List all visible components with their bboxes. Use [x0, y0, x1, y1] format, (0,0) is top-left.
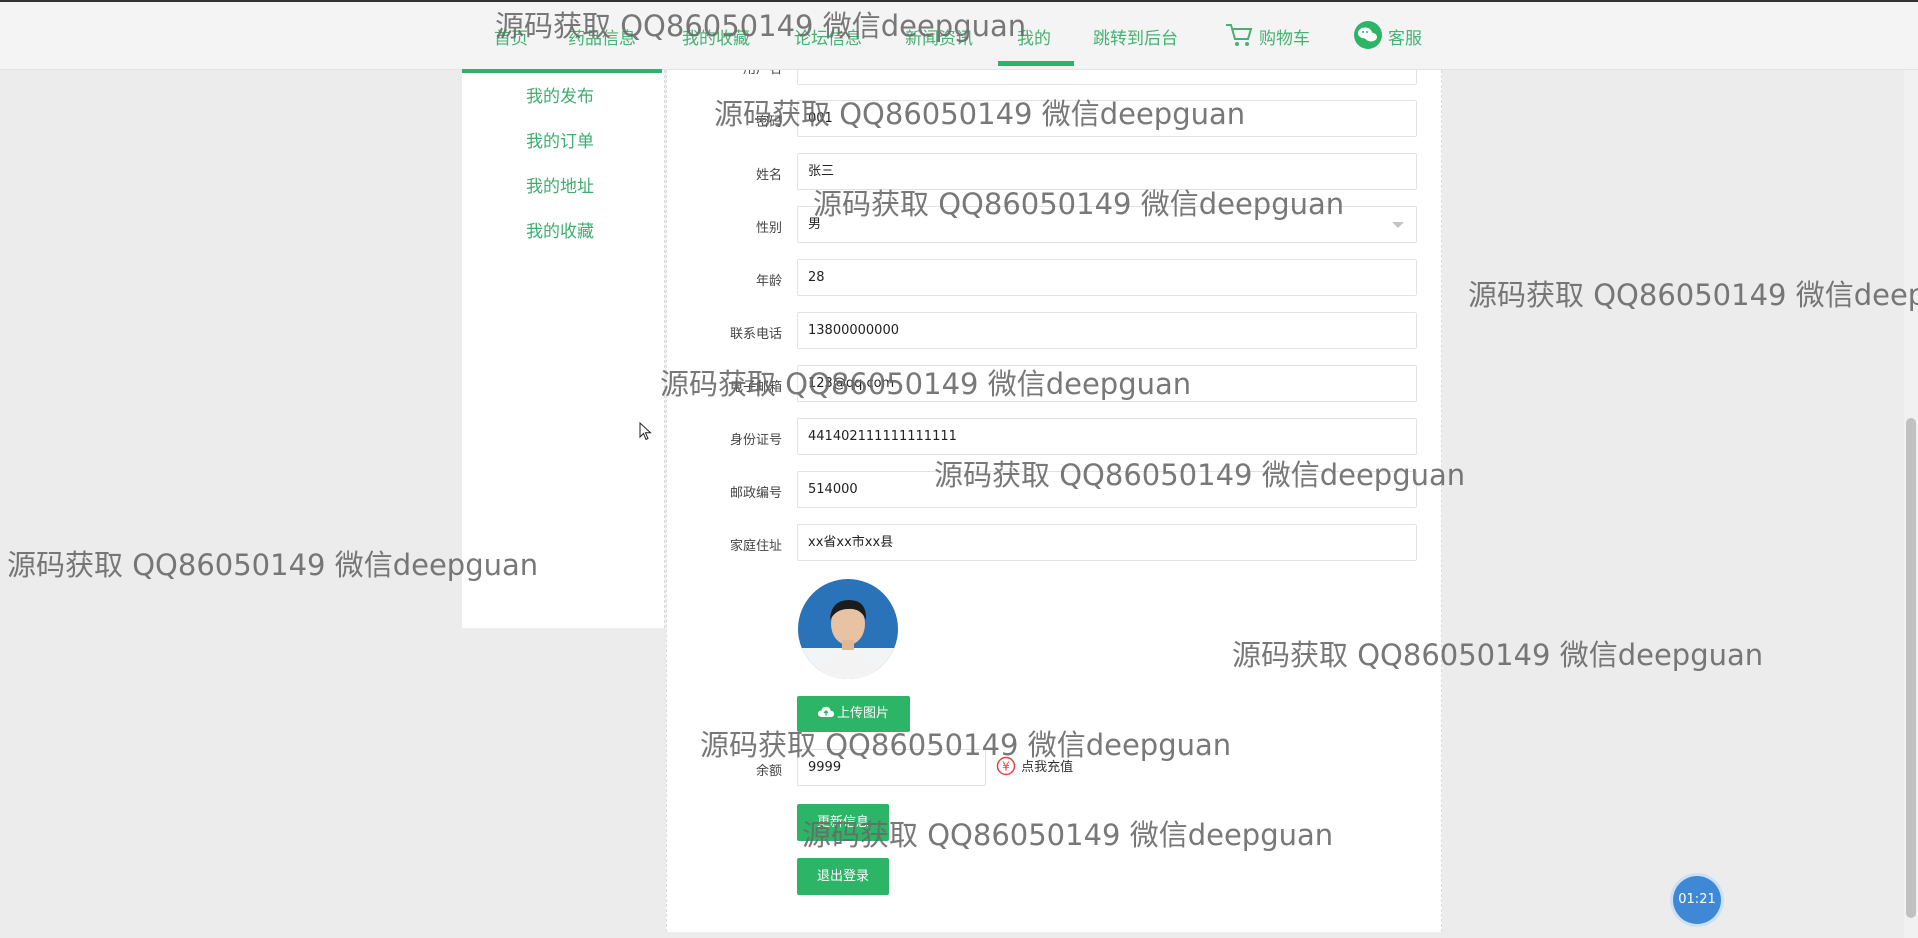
address-input[interactable]: xx省xx市xx县 [797, 524, 1417, 561]
gender-label: 性别 [755, 221, 782, 236]
cloud-upload-icon [817, 706, 834, 717]
nav-active-indicator [998, 61, 1074, 66]
upload-label: 上传图片 [836, 706, 889, 721]
update-info-button[interactable]: 更新信息 [797, 804, 889, 841]
age-input[interactable]: 28 [797, 259, 1417, 296]
nav-forum[interactable]: 论坛信息 [794, 24, 862, 49]
balance-input: 9999 [797, 749, 986, 786]
nav-admin[interactable]: 跳转到后台 [1093, 24, 1178, 49]
nav-mine[interactable]: 我的 [1017, 24, 1051, 49]
cart-label[interactable]: 购物车 [1259, 24, 1310, 49]
scrollbar-thumb[interactable] [1906, 418, 1916, 918]
page-scrollbar[interactable] [1904, 70, 1918, 938]
yuan-icon: ¥ [996, 756, 1016, 776]
idcard-input[interactable]: 441402111111111111 [797, 418, 1417, 455]
postcode-input[interactable]: 514000 [797, 471, 1417, 508]
idcard-label: 身份证号 [729, 433, 782, 448]
svg-text:¥: ¥ [1002, 760, 1010, 774]
wechat-icon [1354, 21, 1382, 49]
recharge-label: 点我充值 [1021, 760, 1074, 775]
nav-left-accent [462, 69, 662, 73]
mouse-cursor-icon [639, 422, 652, 441]
nav-drug-info[interactable]: 药品信息 [568, 24, 636, 49]
sidebar-item-my-posts[interactable]: 我的发布 [526, 82, 594, 107]
logout-button[interactable]: 退出登录 [797, 858, 889, 895]
chevron-down-icon [1392, 222, 1404, 228]
password-input[interactable]: 001 [797, 100, 1417, 137]
sidebar-item-my-orders[interactable]: 我的订单 [526, 127, 594, 152]
watermark: 源码获取 QQ86050149 微信deepguan [7, 548, 539, 582]
postcode-label: 邮政编号 [729, 486, 782, 501]
nav-favorites[interactable]: 我的收藏 [682, 24, 750, 49]
sidebar-item-my-favorites[interactable]: 我的收藏 [526, 217, 594, 242]
email-input[interactable]: 123@qq.com [797, 365, 1417, 402]
phone-label: 联系电话 [729, 327, 782, 342]
cart-icon [1226, 24, 1253, 46]
gender-value: 男 [808, 217, 822, 232]
balance-label: 余额 [755, 764, 782, 779]
sidebar-item-my-address[interactable]: 我的地址 [526, 172, 594, 197]
upload-image-button[interactable]: 上传图片 [797, 696, 910, 732]
timer-badge[interactable]: 01:21 [1673, 876, 1721, 924]
nav-home[interactable]: 首页 [494, 24, 528, 49]
gender-select[interactable]: 男 [797, 206, 1417, 243]
name-label: 姓名 [755, 168, 782, 183]
recharge-link[interactable]: ¥ 点我充值 [996, 756, 1073, 776]
service-label[interactable]: 客服 [1388, 24, 1422, 49]
avatar [798, 579, 898, 679]
age-label: 年龄 [755, 274, 782, 289]
password-label: 密码 [755, 115, 782, 130]
phone-input[interactable]: 13800000000 [797, 312, 1417, 349]
user-sidebar: 我的发布 我的订单 我的地址 我的收藏 [462, 70, 665, 628]
name-input[interactable]: 张三 [797, 153, 1417, 190]
watermark: 源码获取 QQ86050149 微信deepguan [1468, 278, 1918, 312]
email-label: 电子邮箱 [729, 380, 782, 395]
nav-news[interactable]: 新闻资讯 [905, 24, 973, 49]
address-label: 家庭住址 [729, 539, 782, 554]
top-nav: 首页 药品信息 我的收藏 论坛信息 新闻资讯 我的 跳转到后台 购物车 客服 [0, 0, 1918, 73]
